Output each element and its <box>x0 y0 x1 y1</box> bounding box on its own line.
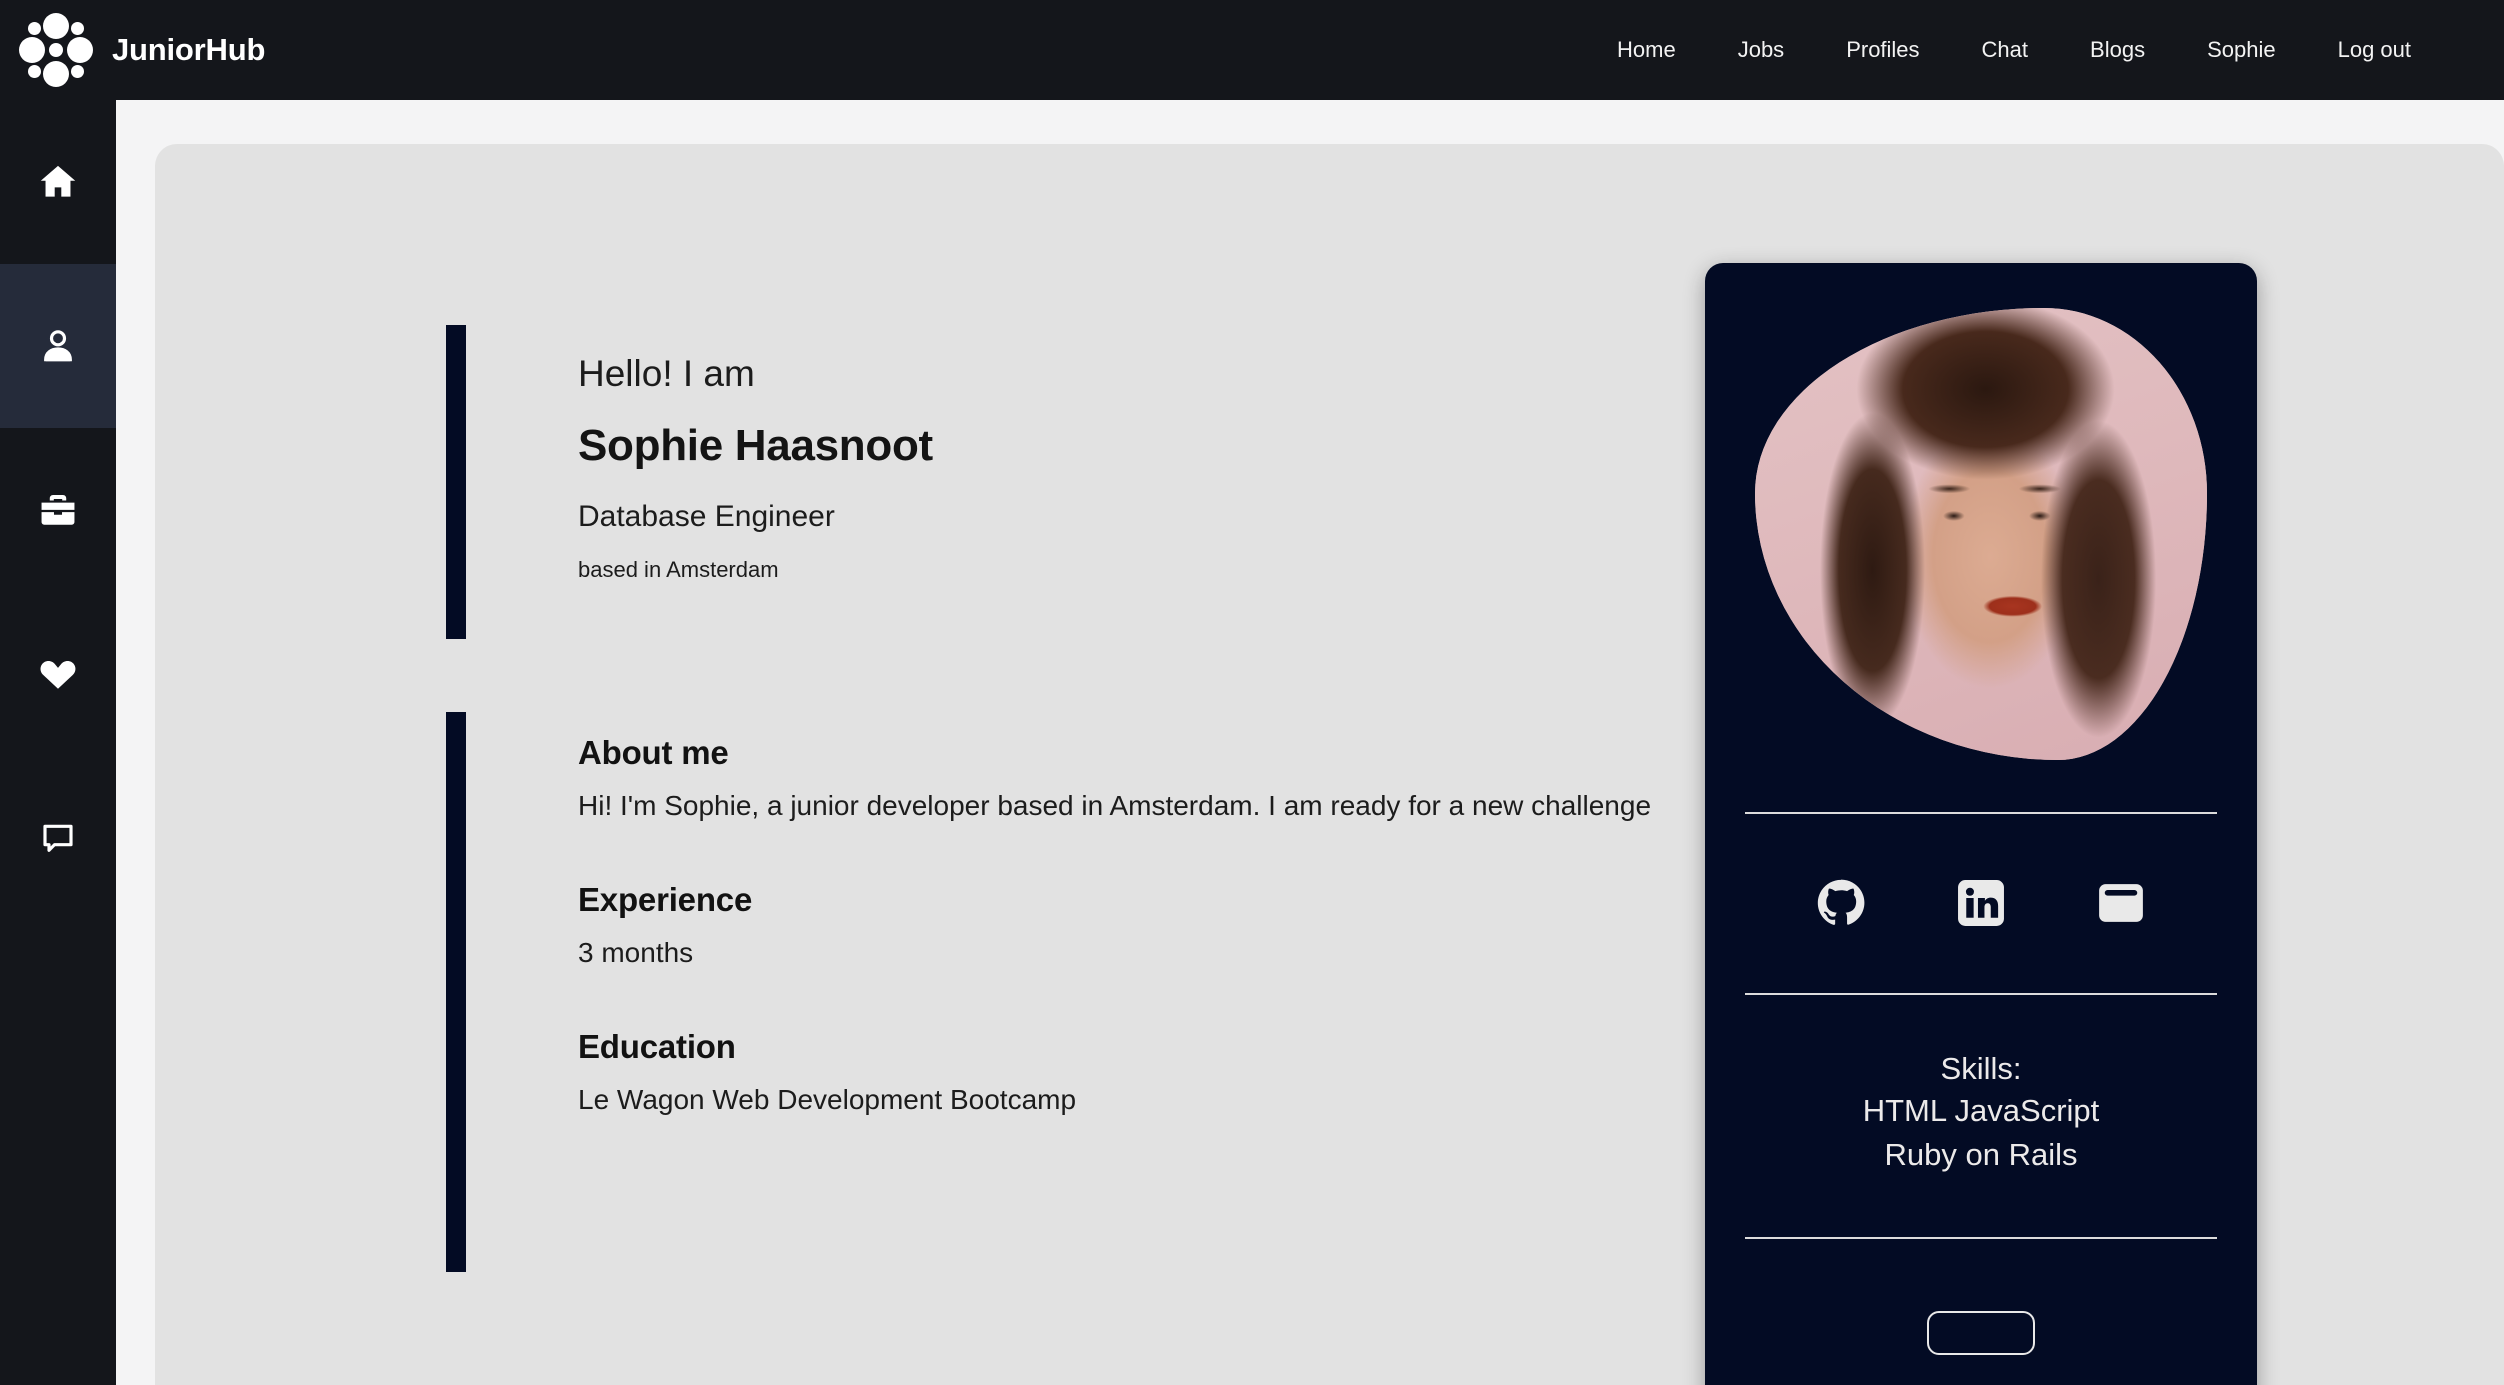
dots-cluster-logo-icon <box>18 12 94 88</box>
experience-heading: Experience <box>578 881 753 918</box>
github-icon[interactable] <box>1815 877 1867 929</box>
profile-action-button[interactable] <box>1927 1311 2035 1356</box>
main-area: Hello! I am Sophie Haasnoot Database Eng… <box>116 100 2504 1385</box>
skills-line-2: Ruby on Rails <box>1884 1137 2078 1173</box>
left-sidebar <box>0 100 116 1385</box>
nav-link-blogs[interactable]: Blogs <box>2059 27 2176 73</box>
nav-link-sophie[interactable]: Sophie <box>2176 27 2307 73</box>
hero-job-title: Database Engineer <box>578 500 835 534</box>
sidebar-item-home[interactable] <box>0 100 116 264</box>
nav-link-jobs[interactable]: Jobs <box>1707 27 1815 73</box>
nav-link-logout[interactable]: Log out <box>2307 27 2442 73</box>
hero-location: based in Amsterdam <box>578 557 779 583</box>
education-value: Le Wagon Web Development Bootcamp <box>578 1084 1077 1116</box>
about-heading: About me <box>578 734 729 771</box>
hero-section: Hello! I am Sophie Haasnoot Database Eng… <box>446 325 933 639</box>
sidebar-item-favorites[interactable] <box>0 592 116 756</box>
skills-line-1: HTML JavaScript <box>1862 1093 2100 1129</box>
about-accent-bar <box>446 712 466 1272</box>
top-navbar: JuniorHub Home Jobs Profiles Chat Blogs … <box>0 0 2504 100</box>
about-section: About me Hi! I'm Sophie, a junior develo… <box>446 712 1718 1272</box>
avatar-photo <box>1755 308 2207 760</box>
chat-icon <box>38 818 78 858</box>
brand[interactable]: JuniorHub <box>18 12 265 88</box>
portfolio-icon[interactable] <box>2095 877 2147 929</box>
skills-label: Skills: <box>1940 1051 2022 1086</box>
about-body: Hi! I'm Sophie, a junior developer based… <box>578 790 1652 822</box>
avatar-blob <box>1755 308 2207 760</box>
divider-above-socials <box>1745 812 2217 814</box>
nav-link-home[interactable]: Home <box>1586 27 1707 73</box>
nav-link-chat[interactable]: Chat <box>1951 27 2059 73</box>
sidebar-item-profile[interactable] <box>0 264 116 428</box>
hero-accent-bar <box>446 325 466 639</box>
avatar <box>1755 308 2207 760</box>
divider-below-skills <box>1745 1237 2217 1240</box>
education-heading: Education <box>578 1028 736 1065</box>
profile-content-card: Hello! I am Sophie Haasnoot Database Eng… <box>155 144 2504 1385</box>
heart-icon <box>37 653 79 695</box>
experience-value: 3 months <box>578 937 694 969</box>
social-links <box>1745 877 2217 929</box>
hero-greeting: Hello! I am <box>578 353 755 394</box>
page-title: Sophie Haasnoot <box>578 421 933 471</box>
brand-name: JuniorHub <box>112 32 266 67</box>
nav-link-profiles[interactable]: Profiles <box>1815 27 1950 73</box>
briefcase-icon <box>37 489 79 531</box>
cta-row <box>1745 1311 2217 1356</box>
skills-section: Skills: HTML JavaScript Ruby on Rails <box>1745 995 2217 1237</box>
sidebar-item-jobs[interactable] <box>0 428 116 592</box>
top-nav-links: Home Jobs Profiles Chat Blogs Sophie Log… <box>1586 27 2442 73</box>
profile-side-card: Skills: HTML JavaScript Ruby on Rails <box>1705 263 2257 1385</box>
sidebar-item-chat[interactable] <box>0 756 116 920</box>
linkedin-icon[interactable] <box>1955 877 2007 929</box>
person-icon <box>38 326 78 366</box>
home-icon <box>36 160 80 204</box>
